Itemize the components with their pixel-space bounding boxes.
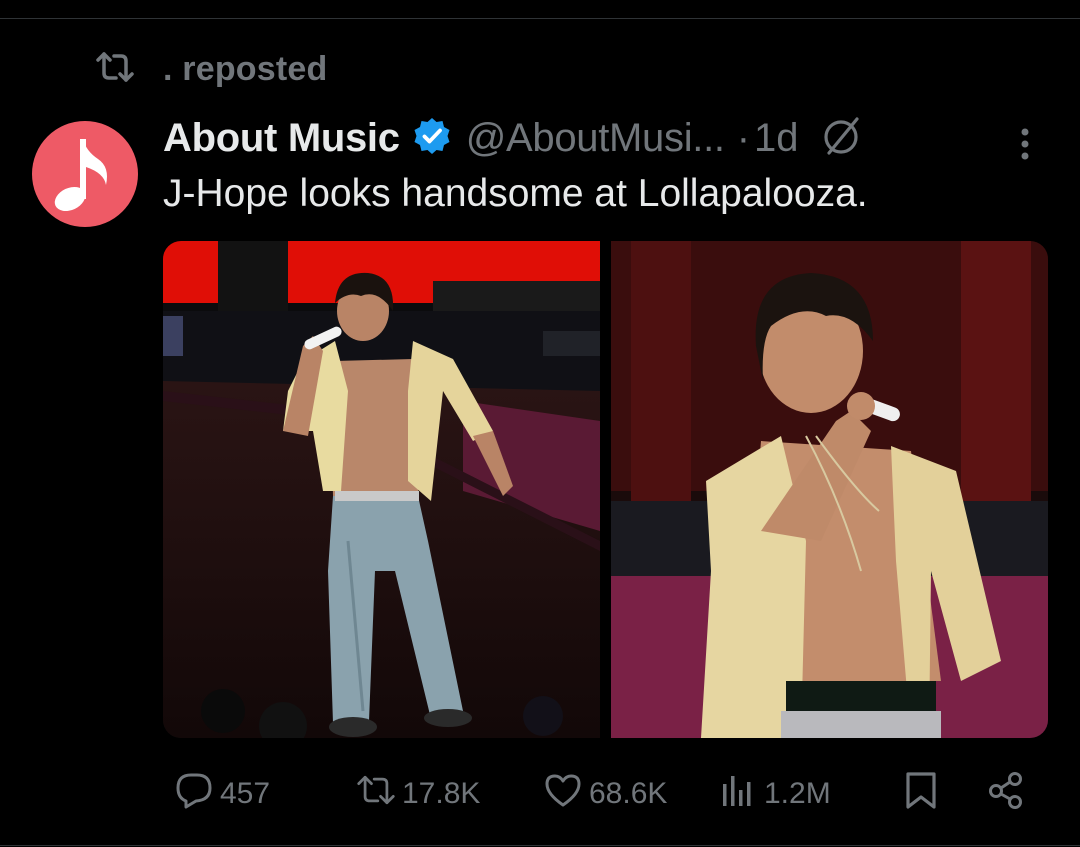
more-options-icon[interactable] <box>1010 120 1040 168</box>
views-button[interactable]: 1.2M <box>712 766 831 822</box>
author-avatar[interactable] <box>32 121 138 227</box>
views-count: 1.2M <box>764 777 831 810</box>
repost-banner[interactable]: . reposted <box>95 48 327 90</box>
repost-icon <box>95 51 135 88</box>
post-text: J-Hope looks handsome at Lollapalooza. <box>163 172 868 215</box>
reply-button[interactable]: 457 <box>168 766 270 822</box>
post-time[interactable]: 1d <box>754 116 799 161</box>
action-bar: 457 17.8K 68.6K 1.2M <box>0 766 1080 822</box>
repost-icon <box>356 770 396 818</box>
music-note-icon <box>50 129 120 220</box>
views-icon <box>718 770 758 818</box>
author-name[interactable]: About Music <box>163 116 400 161</box>
share-icon <box>986 770 1026 818</box>
muted-icon <box>799 114 863 163</box>
heart-icon <box>543 770 583 818</box>
reply-icon <box>174 770 214 818</box>
verified-badge-icon <box>400 116 452 161</box>
like-count: 68.6K <box>589 777 668 810</box>
share-button[interactable] <box>980 766 1026 822</box>
reply-count: 457 <box>220 777 271 810</box>
repost-button[interactable]: 17.8K <box>350 766 480 822</box>
bookmark-button[interactable] <box>895 766 941 822</box>
media-grid <box>163 241 1048 738</box>
top-divider <box>0 18 1080 19</box>
repost-label: . reposted <box>163 49 328 88</box>
bottom-divider <box>0 845 1080 846</box>
photo-1[interactable] <box>163 241 600 738</box>
bookmark-icon <box>901 770 941 818</box>
header-separator: · <box>736 115 751 160</box>
like-button[interactable]: 68.6K <box>537 766 667 822</box>
author-handle[interactable]: @AboutMusi... <box>466 116 725 161</box>
photo-2[interactable] <box>611 241 1048 738</box>
repost-count: 17.8K <box>402 777 481 810</box>
post-header: About Music @AboutMusi... · 1d <box>163 112 863 164</box>
